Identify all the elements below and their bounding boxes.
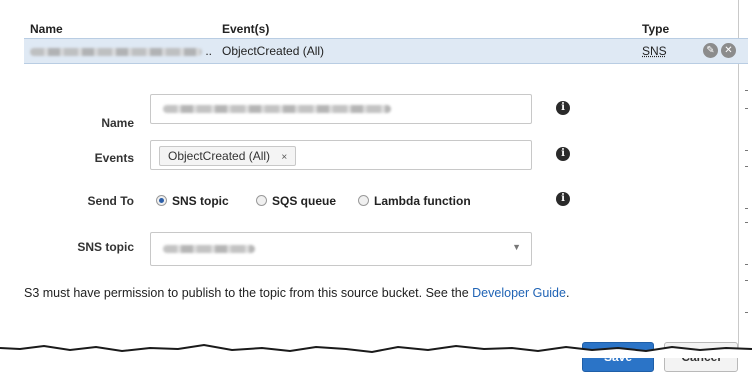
radio-button-selected[interactable] [156, 195, 167, 206]
column-header-type: Type [642, 22, 670, 36]
sns-topic-label: SNS topic [77, 240, 134, 254]
table-row[interactable]: .. ObjectCreated (All) SNS ✎ ✕ [24, 38, 748, 64]
redacted-name-value [163, 105, 391, 113]
info-icon[interactable]: i [556, 192, 570, 206]
info-icon[interactable]: i [556, 101, 570, 115]
redacted-topic-value [163, 245, 255, 253]
events-input[interactable]: ObjectCreated (All) × [150, 140, 532, 170]
send-to-label: Send To [87, 194, 134, 208]
row-type-cell[interactable]: SNS [642, 44, 667, 58]
info-icon[interactable]: i [556, 147, 570, 161]
redacted-name [30, 47, 202, 56]
row-name-cell: .. [30, 44, 212, 58]
token-remove-icon[interactable]: × [281, 152, 287, 163]
notice-text: S3 must have permission to publish to th… [24, 286, 473, 300]
radio-button[interactable] [358, 195, 369, 206]
name-input[interactable] [150, 94, 532, 124]
row-events-cell: ObjectCreated (All) [222, 44, 325, 58]
event-notification-panel: Name Event(s) Type .. ObjectCreated (All… [0, 0, 748, 350]
radio-sqs-queue[interactable]: SQS queue [256, 194, 336, 208]
row-name-suffix: .. [205, 44, 213, 58]
column-header-name: Name [30, 22, 63, 36]
sns-topic-select[interactable]: ▼ [150, 232, 532, 266]
event-token: ObjectCreated (All) × [159, 146, 297, 166]
column-header-events: Event(s) [222, 22, 270, 36]
radio-lambda-function-label: Lambda function [374, 194, 471, 208]
events-table-header: Name Event(s) Type [24, 20, 746, 39]
pencil-icon[interactable]: ✎ [703, 43, 718, 58]
torn-edge-decoration [0, 343, 752, 358]
radio-button[interactable] [256, 195, 267, 206]
radio-sns-topic-label: SNS topic [172, 194, 229, 208]
events-label: Events [94, 151, 134, 165]
scrollbar-edge [742, 0, 752, 330]
event-token-label: ObjectCreated (All) [168, 149, 271, 163]
name-label: Name [101, 116, 134, 130]
close-circle-icon[interactable]: ✕ [721, 43, 736, 58]
radio-sqs-queue-label: SQS queue [272, 194, 337, 208]
notice-end: . [565, 286, 570, 300]
radio-sns-topic[interactable]: SNS topic [156, 194, 229, 208]
developer-guide-link[interactable]: Developer Guide [472, 286, 566, 300]
chevron-down-icon[interactable]: ▼ [512, 242, 521, 252]
radio-lambda-function[interactable]: Lambda function [358, 194, 471, 208]
permission-notice: S3 must have permission to publish to th… [24, 286, 569, 300]
